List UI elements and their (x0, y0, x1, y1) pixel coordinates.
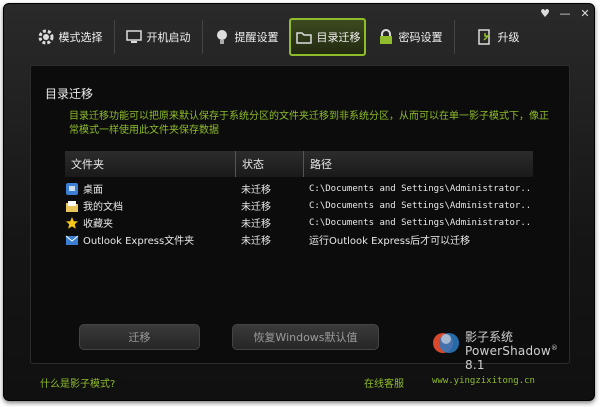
monitor-icon (125, 28, 143, 46)
row-path: C:\Documents and Settings\Administrator.… (309, 217, 533, 228)
what-is-shadow-mode-link[interactable]: 什么是影子模式? (40, 375, 115, 390)
row-path: C:\Documents and Settings\Administrator.… (309, 200, 533, 211)
table-row[interactable]: 收藏夹 未迁移 C:\Documents and Settings\Admini… (65, 214, 533, 231)
tab-password[interactable]: 密码设置 (368, 18, 451, 56)
column-header-path[interactable]: 路径 (303, 151, 533, 177)
outlook-icon (65, 233, 79, 247)
tab-divider (202, 20, 203, 54)
close-button[interactable]: ✕ (578, 8, 592, 20)
row-status: 未迁移 (241, 236, 271, 247)
table-row[interactable]: 桌面 未迁移 C:\Documents and Settings\Adminis… (65, 180, 533, 197)
tab-directory-migration[interactable]: 目录迁移 (289, 18, 366, 56)
documents-icon (65, 199, 79, 213)
content-panel: 目录迁移 目录迁移功能可以把原来默认保存于系统分区的文件夹迁移到非系统分区，从而… (30, 65, 570, 372)
tab-toolbar: 模式选择 开机启动 提醒设置 目录迁移 密码设置 升级 (28, 16, 568, 58)
app-window: ♥ — ✕ 模式选择 开机启动 提醒设置 目录迁移 密码设置 升级 目录迁移 目… (3, 3, 595, 401)
tab-label: 模式选择 (58, 31, 103, 44)
brand-product: PowerShadow® 8.1 (465, 344, 559, 372)
upgrade-icon (476, 28, 494, 46)
tab-label: 升级 (497, 31, 520, 44)
tab-mode-select[interactable]: 模式选择 (28, 18, 111, 56)
row-folder-name: 桌面 (83, 185, 103, 196)
tab-label: 目录迁移 (316, 31, 361, 44)
row-folder-name: Outlook Express文件夹 (83, 236, 195, 247)
star-icon (65, 216, 79, 230)
brand-name: 影子系统 (465, 330, 514, 344)
row-status: 未迁移 (241, 202, 271, 213)
desktop-icon (65, 182, 79, 196)
lightbulb-icon (213, 28, 231, 46)
brand-swirl-icon (433, 333, 459, 353)
tab-label: 提醒设置 (234, 31, 279, 44)
page-title: 目录迁移 (45, 87, 94, 101)
tab-divider (114, 20, 115, 54)
row-folder-name: 收藏夹 (83, 219, 113, 230)
tab-divider (454, 20, 455, 54)
panel-description: 目录迁移功能可以把原来默认保存于系统分区的文件夹迁移到非系统分区，从而可以在单一… (69, 111, 549, 136)
column-header-folder[interactable]: 文件夹 (65, 151, 235, 177)
tab-label: 开机启动 (146, 31, 191, 44)
tab-upgrade[interactable]: 升级 (456, 18, 539, 56)
folder-icon (295, 28, 313, 46)
migrate-button[interactable]: 迁移 (79, 324, 200, 350)
row-status: 未迁移 (241, 185, 271, 196)
folder-list: 桌面 未迁移 C:\Documents and Settings\Adminis… (65, 180, 533, 248)
lock-icon (377, 28, 395, 46)
row-status: 未迁移 (241, 219, 271, 230)
table-row[interactable]: Outlook Express文件夹 未迁移 运行Outlook Express… (65, 231, 533, 248)
table-header: 文件夹 状态 路径 (65, 151, 533, 177)
gear-icon (37, 28, 55, 46)
column-header-status[interactable]: 状态 (235, 151, 303, 177)
brand-logo: 影子系统 PowerShadow® 8.1 (429, 324, 569, 372)
table-row[interactable]: 我的文档 未迁移 C:\Documents and Settings\Admin… (65, 197, 533, 214)
row-path: 运行Outlook Express后才可以迁移 (309, 236, 471, 247)
restore-defaults-button[interactable]: 恢复Windows默认值 (232, 324, 379, 350)
tab-reminder[interactable]: 提醒设置 (204, 18, 287, 56)
website-link[interactable]: www.yingzixitong.cn (432, 376, 535, 386)
row-folder-name: 我的文档 (83, 202, 123, 213)
tab-startup[interactable]: 开机启动 (116, 18, 199, 56)
online-support-link[interactable]: 在线客服 (364, 375, 404, 390)
tab-label: 密码设置 (398, 31, 443, 44)
row-path: C:\Documents and Settings\Administrator.… (309, 183, 533, 194)
